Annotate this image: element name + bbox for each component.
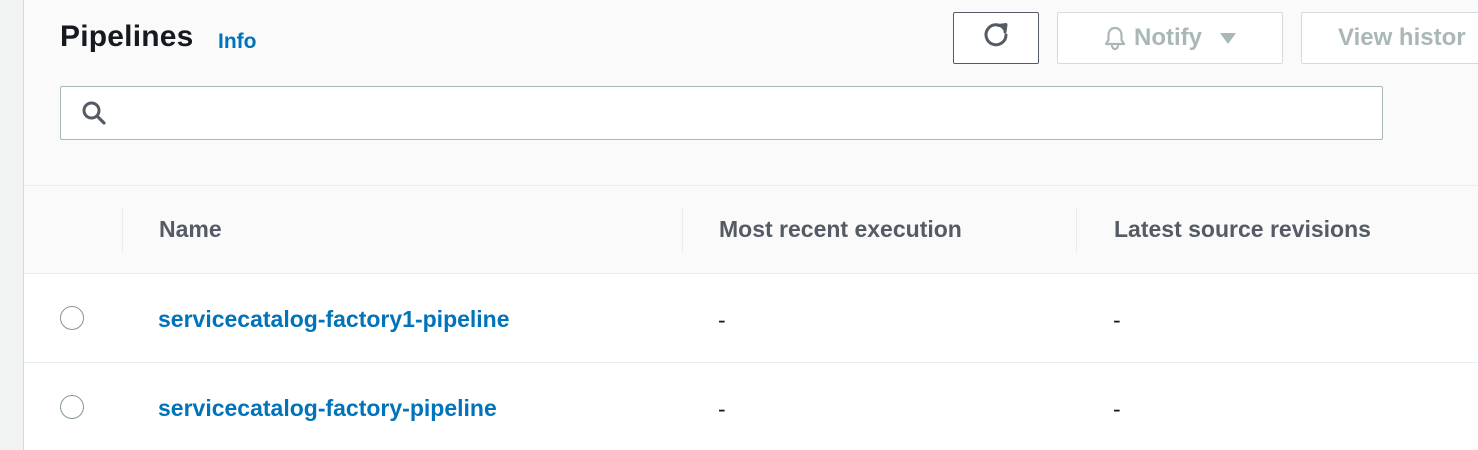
left-navigation-rail xyxy=(0,0,24,450)
app-frame: Pipelines Info Notify View histor Name M… xyxy=(0,0,1478,450)
notify-button[interactable]: Notify xyxy=(1057,12,1283,64)
panel-header: Pipelines Info Notify View histor xyxy=(24,0,1478,186)
page-title: Pipelines xyxy=(60,20,194,53)
info-link[interactable]: Info xyxy=(218,30,256,54)
view-history-label: View histor xyxy=(1338,24,1466,51)
pipelines-panel: Pipelines Info Notify View histor Name M… xyxy=(24,0,1478,450)
search-bar[interactable] xyxy=(60,86,1383,140)
column-header-most-recent-execution[interactable]: Most recent execution xyxy=(719,216,962,243)
row-select-radio[interactable] xyxy=(60,306,84,330)
table-row: servicecatalog-factory1-pipeline - - xyxy=(24,274,1478,363)
most-recent-execution-cell: - xyxy=(718,307,726,333)
pipeline-name-link[interactable]: servicecatalog-factory-pipeline xyxy=(158,395,497,422)
bell-icon xyxy=(1102,25,1128,51)
table-header-row: Name Most recent execution Latest source… xyxy=(24,186,1478,274)
caret-down-icon xyxy=(1218,31,1238,45)
table-row: servicecatalog-factory-pipeline - - xyxy=(24,363,1478,450)
search-icon xyxy=(81,100,107,126)
column-divider xyxy=(1076,208,1077,252)
search-input[interactable] xyxy=(107,87,1382,139)
column-header-name[interactable]: Name xyxy=(159,216,222,243)
refresh-button[interactable] xyxy=(953,12,1039,64)
column-divider xyxy=(682,208,683,252)
column-divider xyxy=(122,208,123,252)
latest-source-revisions-cell: - xyxy=(1113,307,1121,333)
notify-label: Notify xyxy=(1134,24,1202,51)
latest-source-revisions-cell: - xyxy=(1113,396,1121,422)
view-history-button[interactable]: View histor xyxy=(1301,12,1478,64)
row-select-radio[interactable] xyxy=(60,395,84,419)
column-header-latest-source-revisions[interactable]: Latest source revisions xyxy=(1114,216,1371,243)
most-recent-execution-cell: - xyxy=(718,396,726,422)
pipeline-name-link[interactable]: servicecatalog-factory1-pipeline xyxy=(158,306,510,333)
refresh-icon xyxy=(981,20,1011,57)
